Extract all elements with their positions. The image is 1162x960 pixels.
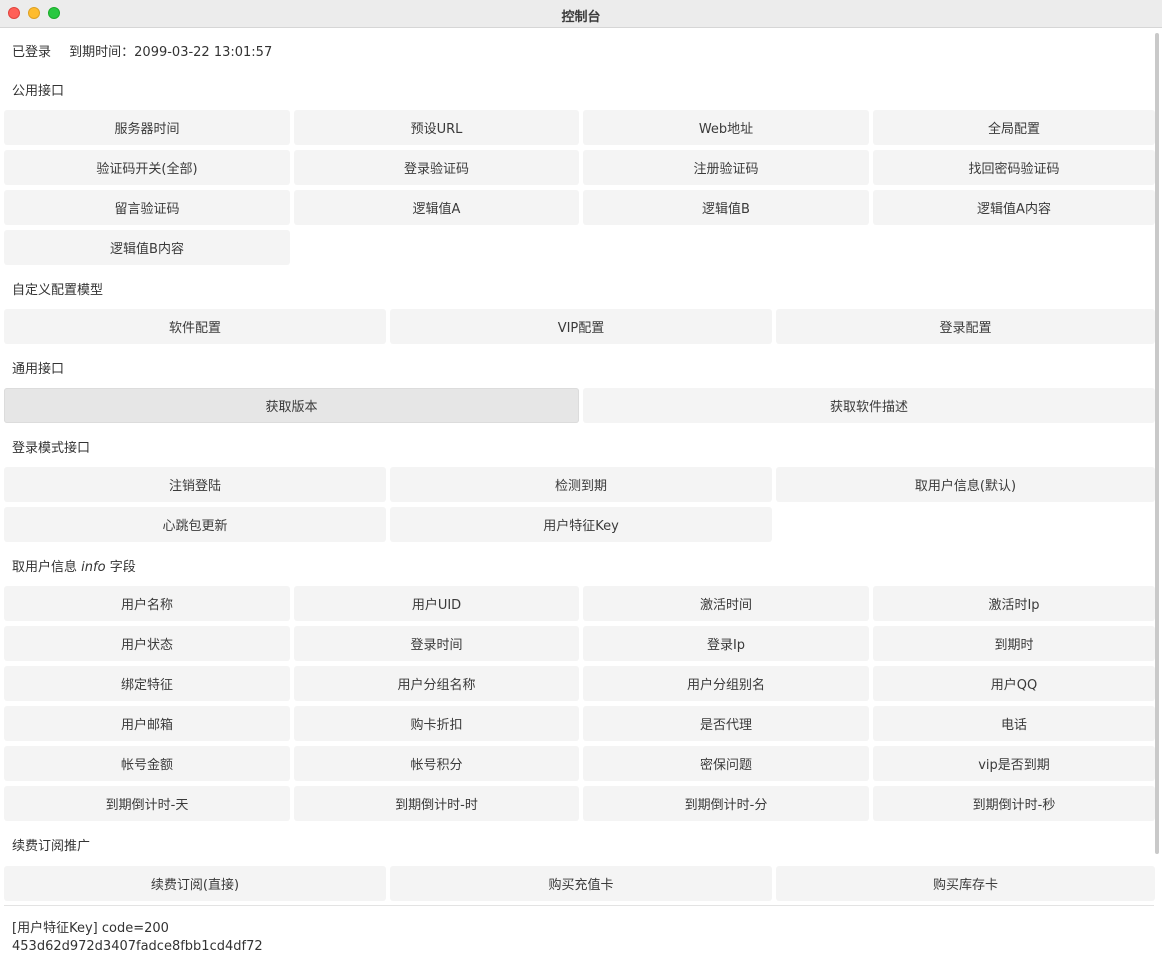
logged-in-label: 已登录 [12,45,52,60]
btn-web-address[interactable]: Web地址 [583,110,869,145]
btn-heartbeat-update[interactable]: 心跳包更新 [4,507,386,542]
btn-user-email[interactable]: 用户邮箱 [4,706,290,741]
btn-activation-time[interactable]: 激活时间 [583,586,869,621]
btn-software-config[interactable]: 软件配置 [4,309,386,344]
btn-logout[interactable]: 注销登陆 [4,467,386,502]
btn-logic-value-a[interactable]: 逻辑值A [294,190,579,225]
btn-buy-stock-card[interactable]: 购买库存卡 [776,866,1155,901]
btn-account-balance[interactable]: 帐号金额 [4,746,290,781]
btn-user-qq[interactable]: 用户QQ [873,666,1155,701]
btn-user-feature-key[interactable]: 用户特征Key [390,507,772,542]
btn-login-time[interactable]: 登录时间 [294,626,579,661]
btn-user-status[interactable]: 用户状态 [4,626,290,661]
info-label-italic: info [81,560,106,575]
login-status: 已登录 到期时间：2099-03-22 13:01:57 [12,41,272,60]
btn-user-group-name[interactable]: 用户分组名称 [294,666,579,701]
btn-preset-url[interactable]: 预设URL [294,110,579,145]
section-custom-config: 自定义配置模型 [12,283,104,298]
btn-vip-expired[interactable]: vip是否到期 [873,746,1155,781]
btn-countdown-minutes[interactable]: 到期倒计时-分 [583,786,869,821]
btn-activation-ip[interactable]: 激活时Ip [873,586,1155,621]
btn-vip-config[interactable]: VIP配置 [390,309,772,344]
info-label-suffix: 字段 [109,560,136,575]
btn-phone[interactable]: 电话 [873,706,1155,741]
info-label-prefix: 取用户信息 [12,560,78,575]
btn-user-name[interactable]: 用户名称 [4,586,290,621]
section-user-info-fields: 取用户信息 info 字段 [12,556,136,575]
btn-card-discount[interactable]: 购卡折扣 [294,706,579,741]
btn-get-user-info-default[interactable]: 取用户信息(默认) [776,467,1155,502]
title-bar: 控制台 [0,0,1162,28]
btn-countdown-days[interactable]: 到期倒计时-天 [4,786,290,821]
btn-security-question[interactable]: 密保问题 [583,746,869,781]
btn-logic-value-b[interactable]: 逻辑值B [583,190,869,225]
btn-check-expiry[interactable]: 检测到期 [390,467,772,502]
btn-renew-direct[interactable]: 续费订阅(直接) [4,866,386,901]
btn-get-version[interactable]: 获取版本 [4,388,579,423]
log-divider [4,905,1154,906]
btn-login-ip[interactable]: 登录Ip [583,626,869,661]
btn-user-group-alias[interactable]: 用户分组别名 [583,666,869,701]
section-login-mode-api: 登录模式接口 [12,441,91,456]
btn-countdown-hours[interactable]: 到期倒计时-时 [294,786,579,821]
console-content: 已登录 到期时间：2099-03-22 13:01:57 公用接口 服务器时间 … [0,29,1162,960]
section-renew-promotion: 续费订阅推广 [12,839,91,854]
btn-server-time[interactable]: 服务器时间 [4,110,290,145]
btn-buy-recharge-card[interactable]: 购买充值卡 [390,866,772,901]
vertical-scrollbar[interactable] [1155,33,1159,854]
section-public-api: 公用接口 [12,84,65,99]
btn-bound-feature[interactable]: 绑定特征 [4,666,290,701]
btn-account-points[interactable]: 帐号积分 [294,746,579,781]
btn-logic-value-b-content[interactable]: 逻辑值B内容 [4,230,290,265]
btn-countdown-seconds[interactable]: 到期倒计时-秒 [873,786,1155,821]
btn-expiry-time[interactable]: 到期时 [873,626,1155,661]
log-line-2: 453d62d972d3407fadce8fbb1cd4df72 [12,939,263,954]
btn-message-captcha[interactable]: 留言验证码 [4,190,290,225]
expiry-label: 到期时间：2099-03-22 13:01:57 [69,45,273,60]
btn-get-software-description[interactable]: 获取软件描述 [583,388,1155,423]
btn-logic-value-a-content[interactable]: 逻辑值A内容 [873,190,1155,225]
btn-register-captcha[interactable]: 注册验证码 [583,150,869,185]
btn-captcha-switch-all[interactable]: 验证码开关(全部) [4,150,290,185]
btn-login-captcha[interactable]: 登录验证码 [294,150,579,185]
window-title: 控制台 [561,10,601,25]
btn-recover-password-captcha[interactable]: 找回密码验证码 [873,150,1155,185]
btn-global-config[interactable]: 全局配置 [873,110,1155,145]
log-output: [用户特征Key] code=200 453d62d972d3407fadce8… [12,920,263,956]
log-line-1: [用户特征Key] code=200 [12,921,169,936]
btn-login-config[interactable]: 登录配置 [776,309,1155,344]
section-general-api: 通用接口 [12,362,65,377]
btn-user-uid[interactable]: 用户UID [294,586,579,621]
btn-is-agent[interactable]: 是否代理 [583,706,869,741]
